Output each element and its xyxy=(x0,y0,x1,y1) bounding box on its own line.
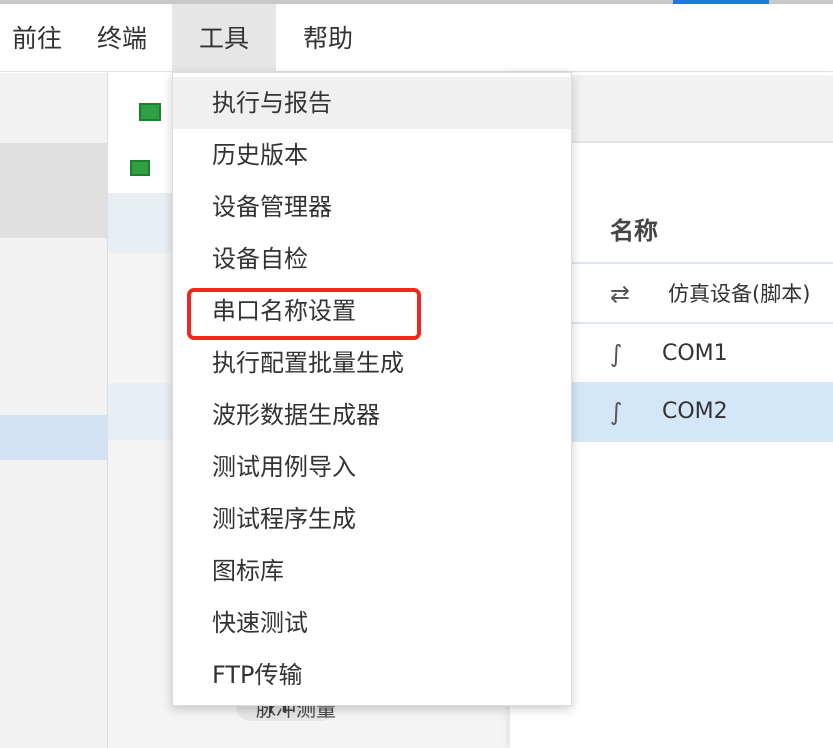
sidebar-item-selected[interactable] xyxy=(0,415,107,460)
menu-item-execution-report[interactable]: 执行与报告 xyxy=(173,77,571,129)
menu-item-test-program-gen[interactable]: 测试程序生成 xyxy=(173,493,571,545)
column-header-name[interactable]: 名称 xyxy=(610,211,658,246)
device-name: 仿真设备(脚本) xyxy=(668,282,811,306)
menu-item-quick-test[interactable]: 快速测试 xyxy=(173,597,571,649)
menu-tools[interactable]: 工具 xyxy=(172,4,276,72)
module-icon[interactable] xyxy=(130,160,150,176)
tools-dropdown-menu: 执行与报告 历史版本 设备管理器 设备自检 串口名称设置 执行配置批量生成 波形… xyxy=(172,72,572,706)
menu-item-icon-library[interactable]: 图标库 xyxy=(173,545,571,597)
menu-terminal[interactable]: 终端 xyxy=(80,4,164,72)
menu-item-waveform-generator[interactable]: 波形数据生成器 xyxy=(173,389,571,441)
left-sidebar xyxy=(0,73,108,748)
highlight-annotation-box xyxy=(187,288,421,340)
menu-goto[interactable]: 前往 xyxy=(0,4,82,72)
menu-item-batch-config[interactable]: 执行配置批量生成 xyxy=(173,337,571,389)
serial-port-icon: ∫ xyxy=(610,398,623,426)
menu-item-testcase-import[interactable]: 测试用例导入 xyxy=(173,441,571,493)
simulated-device-icon: ⇄ xyxy=(610,280,631,308)
sidebar-item[interactable] xyxy=(0,143,107,238)
device-name: COM1 xyxy=(662,341,728,366)
menu-item-device-selftest[interactable]: 设备自检 xyxy=(173,233,571,285)
module-icon[interactable] xyxy=(139,103,161,121)
menu-item-ftp-transfer[interactable]: FTP传输 xyxy=(173,649,571,701)
serial-port-icon: ∫ xyxy=(610,340,623,368)
device-name: COM2 xyxy=(662,399,728,424)
menu-item-device-manager[interactable]: 设备管理器 xyxy=(173,181,571,233)
menu-help[interactable]: 帮助 xyxy=(286,4,370,72)
menubar: 前往 终端 工具 帮助 xyxy=(0,4,833,72)
menu-item-history-version[interactable]: 历史版本 xyxy=(173,129,571,181)
